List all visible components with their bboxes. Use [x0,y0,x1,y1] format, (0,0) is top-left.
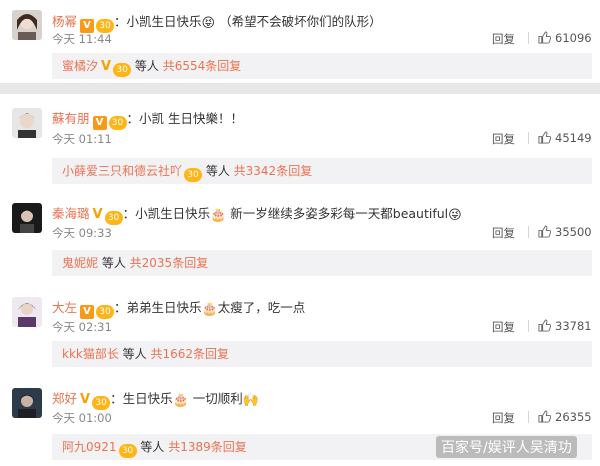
sub-reply-suffix: 等人 [136,440,169,454]
timestamp: 今天 01:11 [52,132,112,146]
comment-text-suffix: 新一岁继续多姿多彩每一天都beautiful [226,206,449,221]
sub-reply-count[interactable]: 共1389条回复 [168,440,247,454]
like-button[interactable]: 45149 [538,131,592,145]
sub-reply-suffix: 等人 [98,256,130,270]
sub-verified-badge: V [101,59,112,74]
sub-reply-suffix: 等人 [118,347,151,361]
level-badge: 30 [104,211,123,225]
like-count: 35500 [555,225,592,239]
sub-reply-count[interactable]: 共1662条回复 [151,347,230,361]
comment-text-suffix: （希望不会破坏你们的队形） [215,14,382,29]
comment-text-suffix: 太瘦了，吃一点 [217,300,306,315]
avatar[interactable] [12,10,42,40]
sub-reply-suffix: 等人 [202,164,234,178]
cake-emoji-icon: 🎂 [201,302,218,317]
level-badge: 30 [108,116,127,130]
verified-badge: V [92,207,103,222]
divider [528,411,529,423]
avatar[interactable] [12,297,42,327]
sub-level-badge: 30 [113,63,132,77]
timestamp: 今天 02:31 [52,320,112,334]
comment-text-suffix: 一切顺利 [188,391,243,406]
like-count: 45149 [555,131,592,145]
reply-button[interactable]: 回复 [492,131,515,147]
sub-reply-bar[interactable]: 蜜橘汐 V 30 等人 共6554条回复 [52,53,592,79]
verified-badge: V [80,305,95,319]
verified-badge: V [92,116,107,130]
cake-emoji-icon: 🎂 [210,208,227,223]
sub-level-badge: 30 [118,444,137,458]
watermark: 百家号/娱评人吴清功 [436,436,577,458]
comment-text: ：小凯 生日快樂！！ [126,111,243,126]
sub-level-badge: 30 [184,168,203,182]
timestamp: 今天 11:44 [52,32,112,46]
username[interactable]: 蘇有朋 [52,111,90,126]
reply-button[interactable]: 回复 [492,225,515,241]
like-button[interactable]: 35500 [538,225,592,239]
sub-reply-name[interactable]: 鬼妮妮 [62,256,98,270]
comment-panel-main: 蘇有朋 V 30 ：小凯 生日快樂！！ 今天 01:11 回复 45149 小薛爱三只… [0,94,600,466]
sub-reply-bar[interactable]: kkk猫部长 等人 共1662条回复 [52,341,592,367]
avatar[interactable] [12,108,42,138]
timestamp: 今天 01:00 [52,411,112,425]
like-count: 26355 [555,410,592,424]
comment-text: ：弟弟生日快乐 [114,300,202,315]
comment-text: ：生日快乐 [110,391,173,406]
wink-emoji-icon: 😜 [448,208,462,223]
username[interactable]: 杨幂 [52,14,77,29]
sub-reply-name[interactable]: 小薛爱三只和德云社吖 [62,164,182,178]
avatar[interactable] [12,388,42,418]
reply-button[interactable]: 回复 [492,410,515,426]
cheer-emoji-icon: 🙌 [242,393,259,408]
sub-reply-count[interactable]: 共3342条回复 [234,164,313,178]
comment-panel-top: 杨幂 V 30 ：小凯生日快乐😝 （希望不会破坏你们的队形） 今天 11:44 回复 … [0,0,600,84]
username[interactable]: 郑好 [52,391,77,406]
thumbs-up-icon [538,319,552,332]
divider [528,32,529,44]
divider [528,320,529,332]
like-button[interactable]: 26355 [538,410,592,424]
like-button[interactable]: 61096 [538,31,592,45]
reply-button[interactable]: 回复 [492,319,515,335]
username[interactable]: 秦海璐 [52,206,90,221]
emoji-icon: 😝 [201,16,216,31]
thumbs-up-icon [538,410,552,423]
like-count: 61096 [555,31,592,45]
avatar[interactable] [12,203,42,233]
divider [528,226,529,238]
thumbs-up-icon [538,225,552,238]
thumbs-up-icon [538,31,552,44]
sub-reply-bar[interactable]: 小薛爱三只和德云社吖 30 等人 共3342条回复 [52,158,592,184]
comment-text: ：小凯生日快乐 [122,206,211,221]
sub-reply-name[interactable]: 蜜橘汐 [62,59,98,73]
sub-reply-suffix: 等人 [131,59,163,73]
sub-reply-bar[interactable]: 鬼妮妮 等人 共2035条回复 [52,250,592,276]
cake-emoji-icon: 🎂 [172,393,189,408]
reply-button[interactable]: 回复 [492,31,515,47]
comment-text: ：小凯生日快乐 [114,14,202,29]
like-button[interactable]: 33781 [538,319,592,333]
thumbs-up-icon [538,131,552,144]
username[interactable]: 大左 [52,300,77,315]
sub-reply-count[interactable]: 共6554条回复 [163,59,242,73]
verified-badge: V [80,392,91,407]
timestamp: 今天 09:33 [52,226,112,240]
sub-reply-name[interactable]: 阿九0921 [62,440,117,454]
divider [528,132,529,144]
sub-reply-name[interactable]: kkk猫部长 [62,347,119,361]
level-badge: 30 [92,396,111,410]
level-badge: 30 [96,305,115,319]
sub-reply-count[interactable]: 共2035条回复 [130,256,209,270]
like-count: 33781 [555,319,592,333]
panel-gap [0,84,600,94]
